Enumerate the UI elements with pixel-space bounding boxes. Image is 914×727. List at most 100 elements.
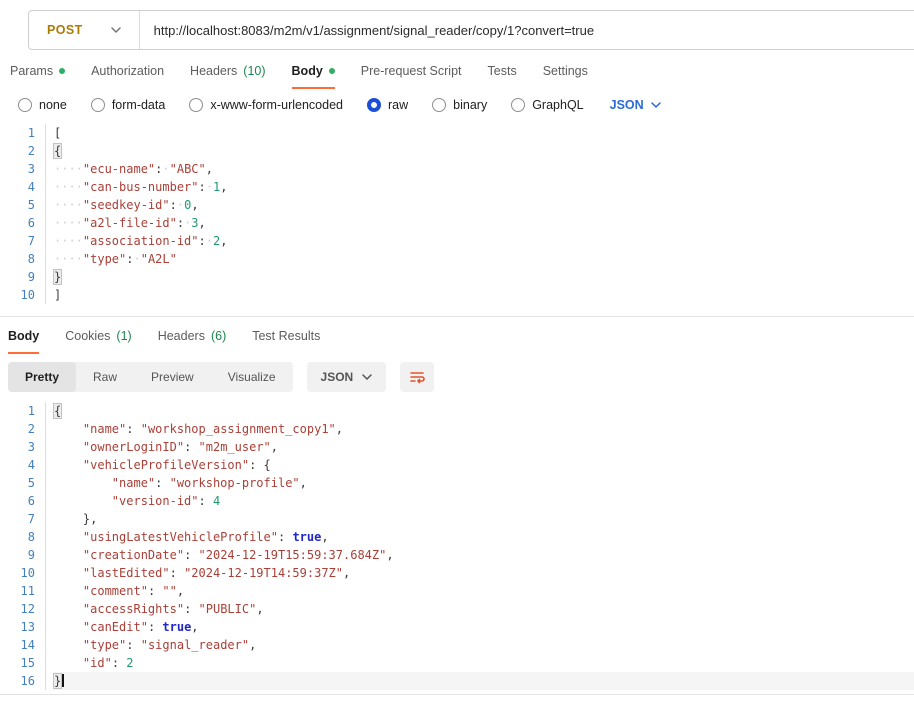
line-number: 11 (0, 582, 35, 600)
body-type-raw[interactable]: raw (367, 98, 408, 112)
response-tab-test-results[interactable]: Test Results (252, 329, 320, 354)
tab-label: Headers (158, 329, 205, 343)
request-tab-headers[interactable]: Headers (10) (190, 64, 265, 89)
tab-label: Authorization (91, 64, 164, 78)
view-mode-visualize[interactable]: Visualize (211, 362, 293, 392)
request-language-label: JSON (610, 98, 644, 112)
code-line: ····"ecu-name":·"ABC", (54, 160, 914, 178)
request-body-editor[interactable]: 12345678910[{····"ecu-name":·"ABC",····"… (0, 124, 914, 304)
code-line: "comment": "", (54, 582, 914, 600)
chevron-down-icon (362, 374, 372, 380)
request-language-dropdown[interactable]: JSON (610, 98, 661, 112)
wrap-lines-button[interactable] (400, 362, 434, 392)
method-selector[interactable]: POST (29, 11, 139, 49)
url-input[interactable]: http://localhost:8083/m2m/v1/assignment/… (140, 11, 914, 49)
radio-icon (18, 98, 32, 112)
radio-label: none (39, 98, 67, 112)
radio-label: form-data (112, 98, 166, 112)
line-number: 4 (0, 178, 35, 196)
tab-count-badge: (10) (243, 64, 265, 78)
body-type-row: none form-data x-www-form-urlencoded raw bin… (0, 98, 914, 112)
code-line: "type": "signal_reader", (54, 636, 914, 654)
line-number: 8 (0, 528, 35, 546)
text-cursor (62, 674, 64, 687)
line-number: 7 (0, 510, 35, 528)
code-line: "ownerLoginID": "m2m_user", (54, 438, 914, 456)
code-line: "version-id": 4 (54, 492, 914, 510)
code-line: { (54, 402, 914, 420)
line-number: 4 (0, 456, 35, 474)
response-language-dropdown[interactable]: JSON (307, 362, 387, 392)
response-body-editor[interactable]: 12345678910111213141516{ "name": "worksh… (0, 402, 914, 690)
line-number: 2 (0, 420, 35, 438)
tab-label: Pre-request Script (361, 64, 462, 78)
line-number-gutter: 12345678910111213141516 (0, 402, 46, 690)
body-type-x-www-form-urlencoded[interactable]: x-www-form-urlencoded (189, 98, 343, 112)
line-number: 7 (0, 232, 35, 250)
body-type-binary[interactable]: binary (432, 98, 487, 112)
response-language-label: JSON (321, 370, 354, 384)
line-number: 3 (0, 438, 35, 456)
request-tab-body[interactable]: Body (292, 64, 335, 89)
tab-label: Body (292, 64, 323, 78)
response-tab-headers[interactable]: Headers (6) (158, 329, 227, 354)
tab-label: Params (10, 64, 53, 78)
code-line: [ (54, 124, 914, 142)
tab-count-badge: (6) (211, 329, 226, 343)
code-area: { "name": "workshop_assignment_copy1", "… (46, 402, 914, 690)
radio-icon (367, 98, 381, 112)
line-number: 1 (0, 402, 35, 420)
radio-label: x-www-form-urlencoded (210, 98, 343, 112)
tab-label: Test Results (252, 329, 320, 343)
radio-label: GraphQL (532, 98, 583, 112)
tab-label: Tests (488, 64, 517, 78)
line-number: 16 (0, 672, 35, 690)
radio-label: binary (453, 98, 487, 112)
radio-icon (432, 98, 446, 112)
line-number: 5 (0, 196, 35, 214)
code-line: ····"seedkey-id":·0, (54, 196, 914, 214)
method-label: POST (47, 23, 83, 37)
code-line: ] (54, 286, 914, 304)
view-mode-raw[interactable]: Raw (76, 362, 134, 392)
request-tab-authorization[interactable]: Authorization (91, 64, 164, 89)
tab-label: Cookies (65, 329, 110, 343)
code-line: ····"can-bus-number":·1, (54, 178, 914, 196)
code-line: "name": "workshop-profile", (54, 474, 914, 492)
wrap-lines-icon (409, 369, 425, 385)
request-tab-settings[interactable]: Settings (543, 64, 588, 89)
green-dot-indicator (59, 68, 65, 74)
body-type-options: none form-data x-www-form-urlencoded raw bin… (18, 98, 584, 112)
body-type-none[interactable]: none (18, 98, 67, 112)
tab-label: Headers (190, 64, 237, 78)
green-dot-indicator (329, 68, 335, 74)
request-tab-params[interactable]: Params (10, 64, 65, 89)
body-type-graphql[interactable]: GraphQL (511, 98, 583, 112)
line-number: 1 (0, 124, 35, 142)
body-type-form-data[interactable]: form-data (91, 98, 166, 112)
code-line: "accessRights": "PUBLIC", (54, 600, 914, 618)
line-number: 12 (0, 600, 35, 618)
code-area: [{····"ecu-name":·"ABC",····"can-bus-num… (46, 124, 914, 304)
response-tab-cookies[interactable]: Cookies (1) (65, 329, 131, 354)
view-mode-pretty[interactable]: Pretty (8, 362, 76, 392)
request-tab-pre-request-script[interactable]: Pre-request Script (361, 64, 462, 89)
radio-icon (511, 98, 525, 112)
response-view-modes: PrettyRawPreviewVisualize (8, 362, 293, 392)
code-line: } (54, 672, 914, 690)
request-tab-tests[interactable]: Tests (488, 64, 517, 89)
code-line: ····"type":·"A2L" (54, 250, 914, 268)
chevron-down-icon (111, 27, 121, 33)
tab-count-badge: (1) (116, 329, 131, 343)
code-line: { (54, 142, 914, 160)
code-line: ····"a2l-file-id":·3, (54, 214, 914, 232)
line-number: 3 (0, 160, 35, 178)
code-line: "name": "workshop_assignment_copy1", (54, 420, 914, 438)
code-line: } (54, 268, 914, 286)
code-line: "vehicleProfileVersion": { (54, 456, 914, 474)
response-tab-body[interactable]: Body (8, 329, 39, 354)
radio-icon (189, 98, 203, 112)
code-line: "lastEdited": "2024-12-19T14:59:37Z", (54, 564, 914, 582)
view-mode-preview[interactable]: Preview (134, 362, 211, 392)
tab-label: Body (8, 329, 39, 343)
